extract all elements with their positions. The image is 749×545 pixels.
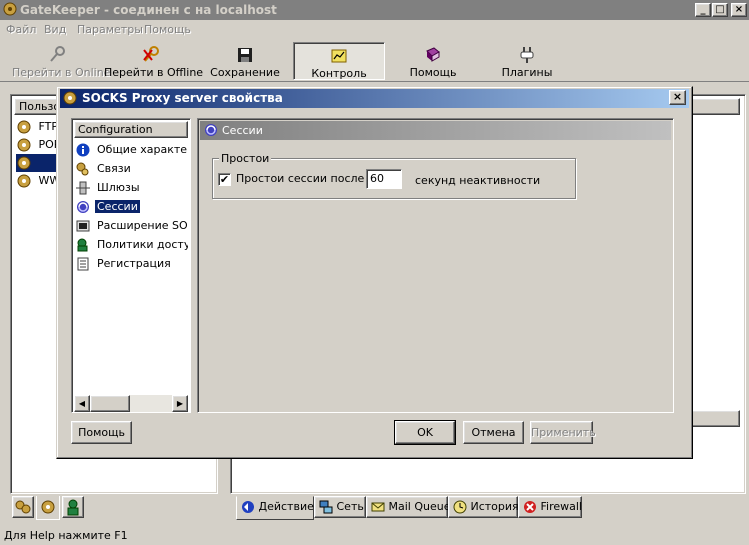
configuration-tree[interactable]: Configuration Общие характери Связи Шлюз… <box>71 118 191 413</box>
plug-icon <box>520 47 534 63</box>
dialog-title-bar[interactable]: SOCKS Proxy server свойства <box>60 89 689 108</box>
tab-action[interactable]: Действие <box>236 496 314 520</box>
tree-item-socks-extension[interactable]: Расширение SOCKS <box>76 217 188 235</box>
tree-item-general[interactable]: Общие характери <box>76 141 188 159</box>
tab-accounts[interactable] <box>62 496 84 518</box>
floppy-disk-icon <box>238 48 252 62</box>
idle-timeout-checkbox[interactable]: ✔ <box>218 173 231 186</box>
plugins-button[interactable]: Плагины <box>490 42 564 80</box>
key-icon <box>50 46 65 62</box>
main-title-text: GateKeeper - соединен с на localhost <box>20 3 277 17</box>
bottom-tab-bar: Действие Сеть Mail Queue История Firewal… <box>236 496 744 520</box>
help-book-icon <box>426 47 440 62</box>
gear-icon <box>63 91 77 105</box>
section-header: Сессии <box>200 121 671 140</box>
sessions-panel: Сессии Простои ✔ Простои сессии после 60… <box>197 118 674 413</box>
gear-icon <box>17 138 31 152</box>
go-online-button[interactable]: Перейти в Online <box>12 42 110 80</box>
person-icon <box>67 499 79 516</box>
tab-services[interactable] <box>36 496 60 520</box>
main-title-bar: GateKeeper - соединен с на localhost <box>0 0 749 20</box>
idle-timeout-label[interactable]: Простои сессии после <box>236 172 364 185</box>
tree-item-sessions[interactable]: Сессии <box>76 198 188 216</box>
tab-network[interactable]: Сеть <box>314 496 366 518</box>
list-item-selected[interactable]: SOC <box>16 154 56 187</box>
scroll-right-arrow-icon[interactable]: ▶ <box>172 395 188 412</box>
log-icon <box>77 257 89 271</box>
dialog-title: SOCKS Proxy server свойства <box>82 91 283 105</box>
tab-firewall[interactable]: Firewall <box>518 496 582 518</box>
dialog-close-button[interactable]: × <box>669 90 686 105</box>
info-icon <box>76 143 90 157</box>
go-offline-button[interactable]: Перейти в Offline <box>104 42 203 80</box>
help-button[interactable]: Помощь <box>395 42 471 80</box>
gateway-icon <box>76 181 90 195</box>
users-icon <box>15 500 31 514</box>
control-icon <box>331 49 347 63</box>
apply-button[interactable]: Применить <box>530 421 596 444</box>
scroll-left-arrow-icon[interactable]: ◀ <box>74 395 90 412</box>
extension-icon <box>76 220 90 232</box>
list-item[interactable]: WW <box>16 172 60 190</box>
list-item[interactable]: POP <box>16 136 60 154</box>
inactivity-unit-label: секунд неактивности <box>415 174 541 187</box>
save-button[interactable]: Сохранение <box>208 42 282 80</box>
tree-horizontal-scrollbar[interactable]: ◀ ▶ <box>74 395 188 412</box>
close-button[interactable]: × <box>731 3 747 17</box>
clock-icon <box>453 500 467 514</box>
gear-icon <box>17 156 31 170</box>
list-item[interactable]: FTP <box>16 118 58 136</box>
network-icon <box>319 500 333 514</box>
menu-bar: Файл Вид Параметры Помощь <box>0 20 749 40</box>
tab-users[interactable] <box>12 496 34 518</box>
envelope-icon <box>371 502 385 512</box>
scroll-thumb[interactable] <box>90 395 130 412</box>
policy-icon <box>77 238 88 252</box>
tree-item-connections[interactable]: Связи <box>76 160 188 178</box>
tab-history[interactable]: История <box>448 496 519 518</box>
section-title: Сессии <box>222 124 263 137</box>
gear-icon <box>17 174 31 188</box>
tree-item-gateways[interactable]: Шлюзы <box>76 179 188 197</box>
gear-icon <box>17 120 31 134</box>
tab-mail-queue[interactable]: Mail Queue <box>366 496 450 518</box>
menu-file[interactable]: Файл <box>6 23 36 36</box>
sessions-icon <box>205 124 217 136</box>
gear-icon <box>41 500 55 514</box>
status-bar: Для Help нажмите F1 <box>0 526 749 545</box>
maximize-button[interactable]: □ <box>712 3 728 17</box>
toolbar: Перейти в Online Перейти в Offline Сохра… <box>0 40 749 82</box>
stop-icon <box>524 501 536 513</box>
cancel-button[interactable]: Отмена <box>463 421 524 444</box>
help-dialog-button[interactable]: Помощь <box>71 421 132 444</box>
menu-options[interactable]: Параметры <box>77 23 143 36</box>
gatekeeper-app-icon <box>3 2 17 16</box>
key-cross-icon <box>143 46 159 62</box>
socks-properties-dialog: SOCKS Proxy server свойства × Configurat… <box>56 86 693 459</box>
minimize-button[interactable]: _ <box>695 3 711 17</box>
sessions-icon <box>77 201 89 213</box>
connections-icon <box>76 162 89 176</box>
menu-help[interactable]: Помощь <box>144 23 191 36</box>
control-button[interactable]: Контроль <box>293 42 385 80</box>
status-text: Для Help нажмите F1 <box>4 529 128 542</box>
menu-view[interactable]: Вид <box>44 23 66 36</box>
idle-groupbox: Простои ✔ Простои сессии после 60 секунд… <box>212 152 576 199</box>
ok-button[interactable]: OK <box>394 420 456 445</box>
tree-item-logging[interactable]: Регистрация <box>76 255 188 273</box>
group-title: Простои <box>219 152 272 165</box>
tree-item-access-policies[interactable]: Политики доступа <box>76 236 188 254</box>
idle-timeout-input[interactable]: 60 <box>366 169 402 189</box>
arrows-icon <box>242 501 254 513</box>
tree-header[interactable]: Configuration <box>74 121 188 138</box>
